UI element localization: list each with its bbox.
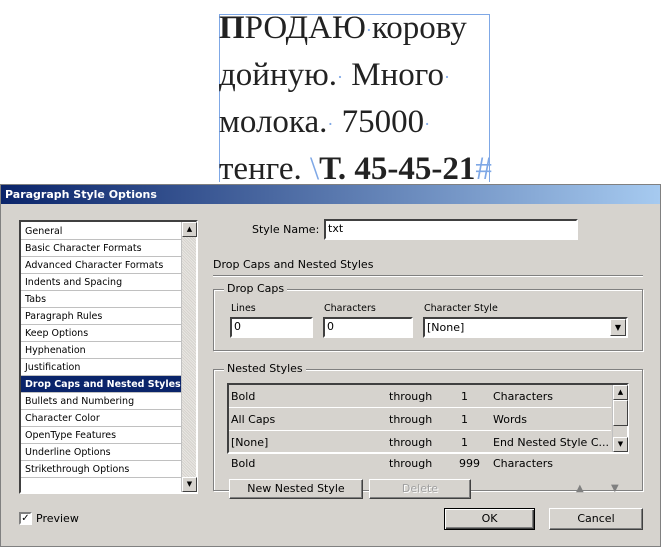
drop-caps-title: Drop Caps — [224, 282, 288, 295]
doc-line-1: ПРОДАЮ·корову — [219, 6, 509, 53]
doc-text-run: РОДАЮ — [244, 10, 366, 46]
nested-style-unit: End Nested Style C... — [493, 436, 609, 449]
category-item[interactable]: Indents and Spacing — [21, 274, 182, 291]
nested-style-name: Bold — [231, 390, 256, 403]
category-item[interactable]: Bullets and Numbering — [21, 393, 182, 410]
category-item[interactable]: OpenType Features — [21, 427, 182, 444]
preview-checkbox[interactable]: ✓ — [19, 512, 32, 525]
category-item[interactable]: Justification — [21, 359, 182, 376]
nested-style-count: 1 — [461, 390, 468, 403]
nested-scrollbar[interactable]: ▲ ▼ — [612, 385, 628, 452]
character-style-label: Character Style — [424, 303, 498, 314]
paragraph-marker: # — [475, 150, 492, 187]
paragraph-style-dialog: Paragraph Style Options General Basic Cha… — [0, 184, 661, 547]
nested-style-row[interactable]: [None] through 1 End Nested Style C... — [229, 431, 611, 454]
doc-text-run: корову — [371, 10, 467, 46]
lines-input[interactable]: 0 — [230, 317, 313, 338]
category-list[interactable]: General Basic Character Formats Advanced C… — [19, 220, 198, 494]
nested-style-name: All Caps — [231, 413, 276, 426]
move-down-icon[interactable]: ▼ — [611, 483, 619, 494]
ok-button[interactable]: OK — [444, 508, 535, 530]
category-item[interactable]: Drop Caps and Nested Styles — [21, 376, 182, 393]
category-item[interactable]: Tabs — [21, 291, 182, 308]
nested-style-count: 999 — [459, 457, 480, 470]
nested-styles-table[interactable]: Bold through 1 Characters All Caps through 1 Wo… — [227, 383, 629, 454]
nested-style-row[interactable]: Bold through 1 Characters — [229, 385, 611, 408]
preview-label: Preview — [36, 512, 79, 525]
category-item[interactable]: Advanced Character Formats — [21, 257, 182, 274]
tab-marker: \ — [309, 150, 320, 187]
category-item[interactable]: Keep Options — [21, 325, 182, 342]
doc-text-run: тенге. — [219, 150, 302, 187]
section-divider — [213, 275, 643, 277]
category-item[interactable]: General — [21, 223, 182, 240]
document-text: ПРОДАЮ·корову дойную.· Много· молока.· 7… — [219, 6, 509, 192]
nested-style-mode: through — [389, 390, 433, 403]
nested-style-unit: Characters — [493, 457, 554, 470]
nested-style-count: 1 — [461, 413, 468, 426]
move-up-icon[interactable]: ▲ — [576, 483, 584, 494]
category-item[interactable]: Character Color — [21, 410, 182, 427]
scroll-down-icon[interactable]: ▼ — [182, 477, 197, 492]
nested-style-unit: Words — [493, 413, 528, 426]
nested-style-name: Bold — [231, 457, 256, 470]
category-items: General Basic Character Formats Advanced C… — [21, 223, 182, 478]
scroll-thumb[interactable] — [613, 400, 628, 426]
space-marker: · — [424, 113, 431, 134]
nested-style-count: 1 — [461, 436, 468, 449]
doc-line-3: молока.· 75000· — [219, 100, 509, 147]
delete-nested-style-button[interactable]: Delete — [369, 479, 471, 499]
nested-style-mode: through — [389, 436, 433, 449]
drop-cap-letter: П — [219, 10, 245, 46]
chevron-down-icon[interactable]: ▼ — [610, 319, 626, 336]
scroll-up-icon[interactable]: ▲ — [182, 222, 197, 237]
doc-text-run: дойную. — [219, 56, 338, 93]
category-item[interactable]: Paragraph Rules — [21, 308, 182, 325]
characters-input[interactable]: 0 — [323, 317, 413, 338]
nested-styles-title: Nested Styles — [224, 362, 306, 375]
characters-label: Characters — [324, 303, 376, 314]
nested-style-name: [None] — [231, 436, 269, 449]
preview-option[interactable]: ✓ Preview — [19, 512, 79, 525]
category-scrollbar[interactable]: ▲ ▼ — [181, 222, 197, 492]
doc-text-run: 75000 — [341, 103, 425, 140]
scroll-down-icon[interactable]: ▼ — [613, 437, 628, 452]
category-item[interactable]: Strikethrough Options — [21, 461, 182, 478]
style-name-input[interactable]: txt — [324, 219, 578, 240]
nested-style-row[interactable]: All Caps through 1 Words — [229, 408, 611, 431]
space-marker: · — [337, 66, 344, 87]
character-style-value: [None] — [427, 321, 465, 334]
nested-style-mode: through — [389, 413, 433, 426]
dialog-title[interactable]: Paragraph Style Options — [1, 185, 660, 204]
doc-line-2: дойную.· Много· — [219, 53, 509, 100]
style-name-label: Style Name: — [252, 223, 320, 236]
character-style-select[interactable]: [None] ▼ — [423, 317, 628, 338]
nested-style-unit: Characters — [493, 390, 554, 403]
phone-number: Т. 45-45-21 — [319, 150, 476, 187]
category-item[interactable]: Basic Character Formats — [21, 240, 182, 257]
nested-style-mode: through — [389, 457, 433, 470]
space-marker: · — [443, 66, 450, 87]
section-title: Drop Caps and Nested Styles — [213, 258, 374, 271]
category-item[interactable]: Hyphenation — [21, 342, 182, 359]
cancel-button[interactable]: Cancel — [549, 508, 643, 530]
scroll-up-icon[interactable]: ▲ — [613, 385, 628, 400]
space-marker: · — [327, 113, 334, 134]
lines-label: Lines — [231, 303, 256, 314]
category-item[interactable]: Underline Options — [21, 444, 182, 461]
new-nested-style-button[interactable]: New Nested Style — [229, 479, 363, 499]
doc-text-run: молока. — [219, 103, 328, 140]
doc-text-run: Много — [351, 56, 444, 93]
nested-row-overflow: Bold through 999 Characters — [231, 455, 611, 473]
